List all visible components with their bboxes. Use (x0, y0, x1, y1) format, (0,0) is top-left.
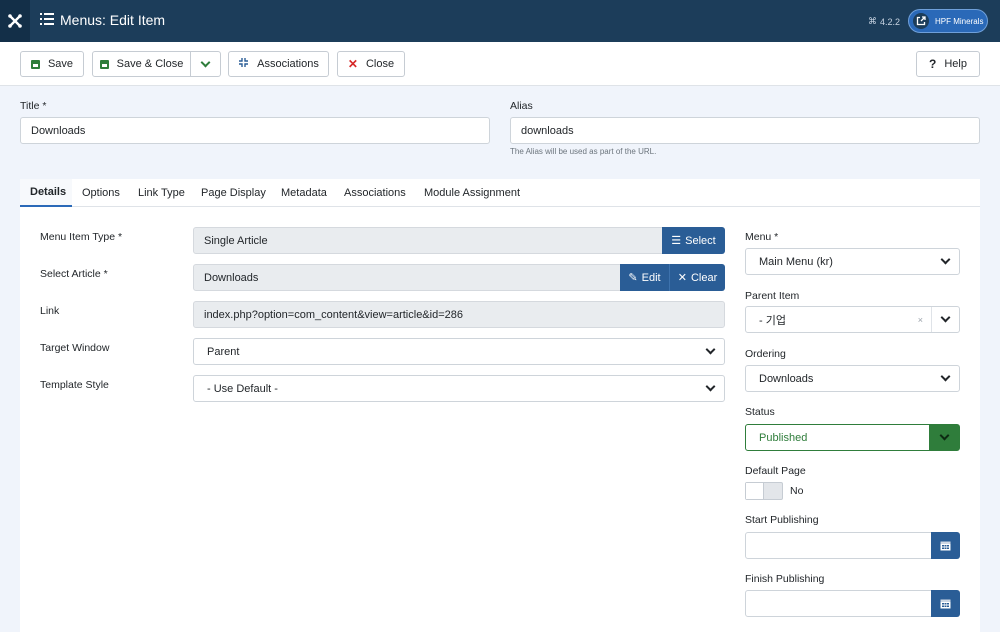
site-name: HPF Minerals (935, 16, 984, 26)
menu-select[interactable]: Main Menu (kr) (745, 248, 960, 275)
external-link-icon (913, 13, 929, 29)
target-window-value: Parent (207, 345, 240, 358)
save-close-label: Save & Close (116, 58, 184, 70)
site-link-button[interactable]: HPF Minerals (908, 9, 988, 33)
clear-icon[interactable]: × (918, 315, 923, 325)
edit-card: Details Options Link Type Page Display M… (20, 179, 980, 632)
alias-hint: The Alias will be used as part of the UR… (510, 147, 657, 156)
tab-details[interactable]: Details (20, 179, 72, 207)
target-window-label: Target Window (40, 342, 110, 354)
edit-article-button[interactable]: ✎ Edit (620, 264, 669, 291)
version-text: 4.2.2 (880, 16, 901, 27)
page-title-text: Menus: Edit Item (60, 12, 166, 28)
tab-metadata[interactable]: Metadata (281, 179, 327, 207)
ordering-select[interactable]: Downloads (745, 365, 960, 392)
finish-publishing-label: Finish Publishing (745, 573, 825, 585)
ordering-label: Ordering (745, 348, 786, 360)
joomla-logo-icon[interactable] (0, 0, 30, 42)
close-icon: ✕ (677, 272, 687, 284)
save-close-button[interactable]: Save & Close (92, 51, 191, 77)
alias-input[interactable]: downloads (510, 117, 980, 144)
close-icon: ✕ (347, 57, 358, 71)
chevron-down-icon (931, 249, 959, 274)
chevron-down-icon (696, 339, 724, 364)
question-icon: ? (929, 57, 937, 71)
save-icon (30, 59, 40, 69)
clear-label: Clear (690, 271, 718, 284)
link-field: index.php?option=com_content&view=articl… (193, 301, 725, 328)
select-article-label: Select Article * (40, 268, 108, 280)
select-article-field: Downloads (193, 264, 621, 291)
menu-label: Menu * (745, 231, 779, 243)
chevron-down-icon (696, 376, 724, 401)
default-page-toggle[interactable] (745, 482, 783, 500)
ordering-value: Downloads (759, 372, 814, 385)
tab-bar: Details Options Link Type Page Display M… (20, 179, 980, 207)
calendar-icon[interactable] (931, 590, 960, 617)
save-button[interactable]: Save (20, 51, 84, 77)
default-page-value: No (790, 485, 804, 497)
tab-associations[interactable]: Associations (344, 179, 406, 207)
list-icon (40, 12, 54, 28)
edit-icon: ✎ (628, 272, 638, 284)
close-label: Close (365, 58, 395, 70)
default-page-label: Default Page (745, 465, 806, 477)
title-label: Title * (20, 100, 47, 112)
edit-label: Edit (641, 271, 661, 284)
select-label: Select (685, 234, 716, 247)
version-badge: ⌘ 4.2.2 (868, 16, 900, 27)
tab-options[interactable]: Options (82, 179, 120, 207)
finish-publishing-input[interactable] (745, 590, 932, 617)
menu-item-type-field: Single Article (193, 227, 663, 254)
tab-page-display[interactable]: Page Display (201, 179, 266, 207)
save-label: Save (47, 58, 74, 70)
tab-module-assignment[interactable]: Module Assignment (424, 179, 520, 207)
list-icon: ☰ (671, 235, 682, 247)
chevron-down-icon (931, 366, 959, 391)
chevron-down-icon (931, 307, 959, 332)
contract-arrows-icon (238, 57, 249, 71)
select-type-button[interactable]: ☰ Select (662, 227, 725, 254)
start-publishing-input[interactable] (745, 532, 932, 559)
clear-article-button[interactable]: ✕ Clear (669, 264, 725, 291)
start-publishing-label: Start Publishing (745, 514, 819, 526)
top-header: Menus: Edit Item ⌘ 4.2.2 HPF Minerals (0, 0, 1000, 42)
status-select[interactable]: Published (745, 424, 960, 451)
template-style-value: - Use Default - (207, 382, 278, 395)
calendar-icon[interactable] (931, 532, 960, 559)
menu-item-type-label: Menu Item Type * (40, 231, 123, 243)
chevron-down-icon (200, 57, 211, 67)
parent-item-value: - 기업 (759, 314, 786, 327)
help-button[interactable]: ? Help (916, 51, 980, 77)
chevron-down-icon (929, 425, 959, 450)
parent-item-select[interactable]: - 기업 × (745, 306, 960, 333)
toolbar: Save Save & Close Associations ✕ Close ?… (0, 42, 1000, 86)
title-input[interactable]: Downloads (20, 117, 490, 144)
joomla-mini-icon: ⌘ (868, 16, 877, 26)
associations-button[interactable]: Associations (228, 51, 329, 77)
status-label: Status (745, 406, 775, 418)
template-style-select[interactable]: - Use Default - (193, 375, 725, 402)
target-window-select[interactable]: Parent (193, 338, 725, 365)
tab-link-type[interactable]: Link Type (138, 179, 185, 207)
link-label: Link (40, 305, 60, 317)
save-dropdown-toggle[interactable] (190, 51, 221, 77)
status-value: Published (759, 431, 808, 444)
parent-item-label: Parent Item (745, 290, 800, 302)
alias-label: Alias (510, 100, 533, 112)
page-title: Menus: Edit Item (40, 12, 165, 28)
close-button[interactable]: ✕ Close (337, 51, 405, 77)
associations-label: Associations (257, 58, 319, 70)
menu-value: Main Menu (kr) (759, 255, 833, 268)
help-label: Help (944, 58, 967, 70)
save-icon (99, 59, 109, 69)
template-style-label: Template Style (40, 379, 109, 391)
